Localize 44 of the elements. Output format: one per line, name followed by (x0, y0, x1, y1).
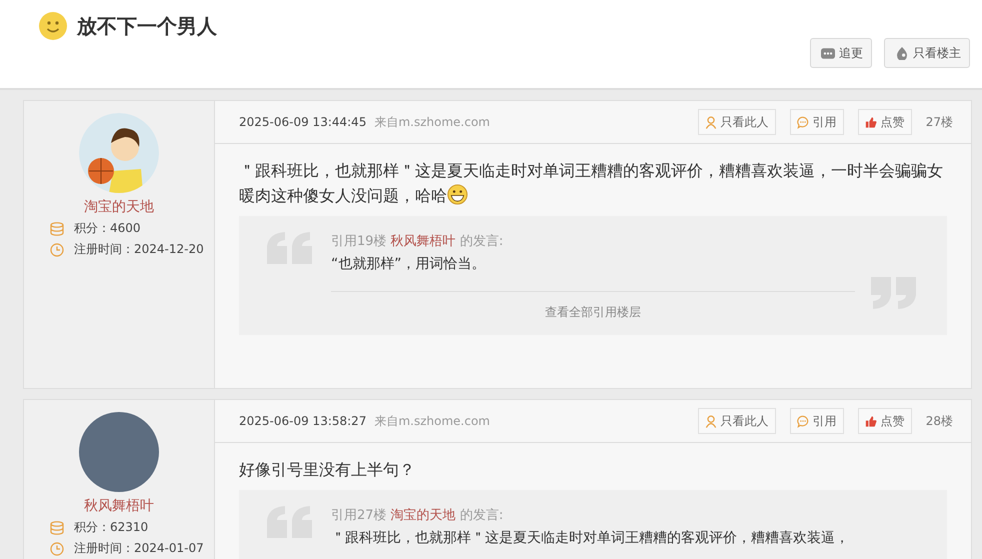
person-icon (704, 116, 717, 128)
register-date-text: 注册时间：2024-01-07 (74, 540, 204, 557)
person-icon (704, 414, 717, 428)
action-button[interactable]: 引用 (790, 109, 844, 135)
grin-emoji-icon (447, 184, 468, 205)
post-text: 好像引号里没有上半句？ (239, 459, 416, 481)
speech-bubble-icon (796, 414, 809, 428)
register-date-text: 注册时间：2024-12-20 (74, 241, 204, 258)
header-button[interactable]: 追更 (810, 38, 872, 68)
smiley-icon (39, 12, 67, 40)
clock-icon (50, 542, 64, 556)
user-name-link[interactable]: 淘宝的天地 (84, 198, 154, 216)
quoted-user-link[interactable]: 淘宝的天地 (390, 508, 456, 523)
clock-icon (50, 242, 64, 256)
action-button[interactable]: 引用 (790, 408, 844, 434)
thumbs-up-icon (864, 414, 877, 428)
points-text: 积分：62310 (74, 519, 148, 536)
coins-icon (50, 222, 64, 236)
quote-header: 引用27楼 淘宝的天地 的发言: (331, 507, 504, 524)
view-all-quotes-link[interactable]: 查看全部引用楼层 (331, 304, 855, 321)
quoted-text: “也就那样”，用词恰当。 (331, 255, 487, 273)
topic-title: 放不下一个男人 (77, 12, 217, 40)
post-time: 2025-06-09 13:44:45 (239, 115, 366, 129)
post-source: 来自m.szhome.com (374, 412, 490, 430)
header-button[interactable]: 只看楼主 (884, 38, 970, 68)
quote-header: 引用19楼 秋风舞梧叶 的发言: (331, 233, 504, 250)
coins-icon (50, 520, 64, 534)
action-button[interactable]: 点赞 (858, 408, 912, 434)
floor-number: 27楼 (926, 114, 953, 130)
drop-icon (895, 46, 909, 60)
action-button[interactable]: 点赞 (858, 109, 912, 135)
quoted-text: ＂跟科班比，也就那样＂这是夏天临走时对单词王糟糟的客观评价，糟糟喜欢装逼， (331, 529, 850, 547)
floor-number: 28楼 (926, 412, 953, 430)
thumbs-up-icon (864, 116, 877, 128)
quoted-user-link[interactable]: 秋风舞梧叶 (390, 234, 456, 249)
post-text: ＂跟科班比，也就那样＂这是夏天临走时对单词王糟糟的客观评价，糟糟喜欢装逼，一时半会骗骗女暖肉这种傻女人没问题，哈哈 (239, 160, 944, 207)
points-text: 积分：4600 (74, 220, 141, 237)
post-time: 2025-06-09 13:58:27 (239, 414, 366, 428)
action-button[interactable]: 只看此人 (698, 408, 776, 434)
action-button[interactable]: 只看此人 (698, 109, 776, 135)
user-name-link[interactable]: 秋风舞梧叶 (84, 497, 154, 515)
post-source: 来自m.szhome.com (374, 114, 490, 130)
speech-bubble-icon (796, 116, 809, 128)
chat-dots-icon (821, 46, 835, 60)
